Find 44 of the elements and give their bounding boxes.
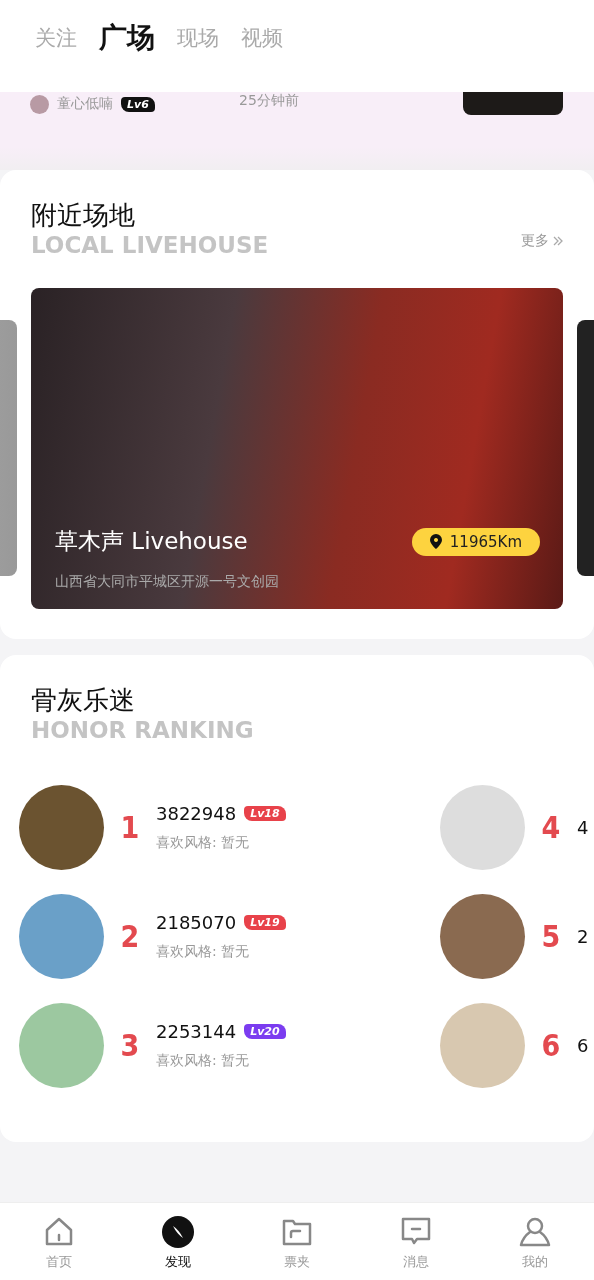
nav-tab[interactable]: 票夹 bbox=[237, 1203, 357, 1280]
music-style: 喜欢风格: 暂无 bbox=[156, 834, 251, 852]
level-badge: Lv20 bbox=[244, 1024, 286, 1039]
compass-icon bbox=[161, 1215, 196, 1249]
user-name: 4 bbox=[577, 817, 589, 838]
distance-text: 11965Km bbox=[449, 532, 522, 551]
user-name: 3822948 bbox=[156, 803, 237, 824]
section-title: 附近场地 bbox=[31, 199, 136, 232]
rank-number: 2 bbox=[119, 919, 141, 954]
level-badge: Lv6 bbox=[121, 96, 155, 112]
feed-tab[interactable]: 关注 bbox=[35, 18, 77, 58]
nav-tab[interactable]: 首页 bbox=[0, 1203, 119, 1280]
section-subtitle: HONOR RANKING bbox=[31, 717, 254, 743]
venue-card[interactable]: 草木声 Livehouse 11965Km 山西省大同市平城区开源一号文创园 bbox=[31, 288, 563, 609]
rank-number: 1 bbox=[119, 810, 141, 845]
nav-tab[interactable]: 我的 bbox=[475, 1203, 594, 1280]
post-time: 25分钟前 bbox=[239, 92, 299, 110]
rank-number: 6 bbox=[540, 1028, 562, 1063]
feed-tab[interactable]: 视频 bbox=[241, 18, 283, 58]
author-name: 童心低喃 bbox=[57, 95, 113, 113]
section-subtitle: LOCAL LIVEHOUSE bbox=[31, 232, 269, 258]
nav-tab[interactable]: 消息 bbox=[356, 1203, 476, 1280]
rank-number: 4 bbox=[540, 810, 562, 845]
nav-tab[interactable]: 发现 bbox=[118, 1203, 238, 1280]
user-name: 2185070 bbox=[156, 912, 237, 933]
feed-tab[interactable]: 现场 bbox=[177, 18, 219, 58]
user-name: 6 bbox=[577, 1035, 589, 1056]
author-avatar bbox=[30, 94, 49, 114]
music-style: 喜欢风格: 暂无 bbox=[156, 1052, 251, 1070]
chevrons-icon bbox=[553, 236, 563, 246]
section-title: 骨灰乐迷 bbox=[31, 684, 136, 717]
feed-tab[interactable]: 广场 bbox=[99, 18, 155, 58]
location-pin-icon bbox=[429, 534, 442, 549]
venue-name: 草木声 Livehouse bbox=[55, 527, 248, 556]
rank-number: 5 bbox=[540, 919, 562, 954]
venue-address: 山西省大同市平城区开源一号文创园 bbox=[55, 573, 280, 591]
user-name: 2253144 bbox=[156, 1021, 237, 1042]
music-style: 喜欢风格: 暂无 bbox=[156, 943, 251, 961]
level-badge: Lv19 bbox=[244, 915, 286, 930]
level-badge: Lv18 bbox=[244, 806, 286, 821]
user-icon bbox=[517, 1215, 552, 1249]
more-link[interactable]: 更多 bbox=[521, 232, 563, 250]
user-name: 2 bbox=[577, 926, 589, 947]
rank-number: 3 bbox=[119, 1028, 141, 1063]
